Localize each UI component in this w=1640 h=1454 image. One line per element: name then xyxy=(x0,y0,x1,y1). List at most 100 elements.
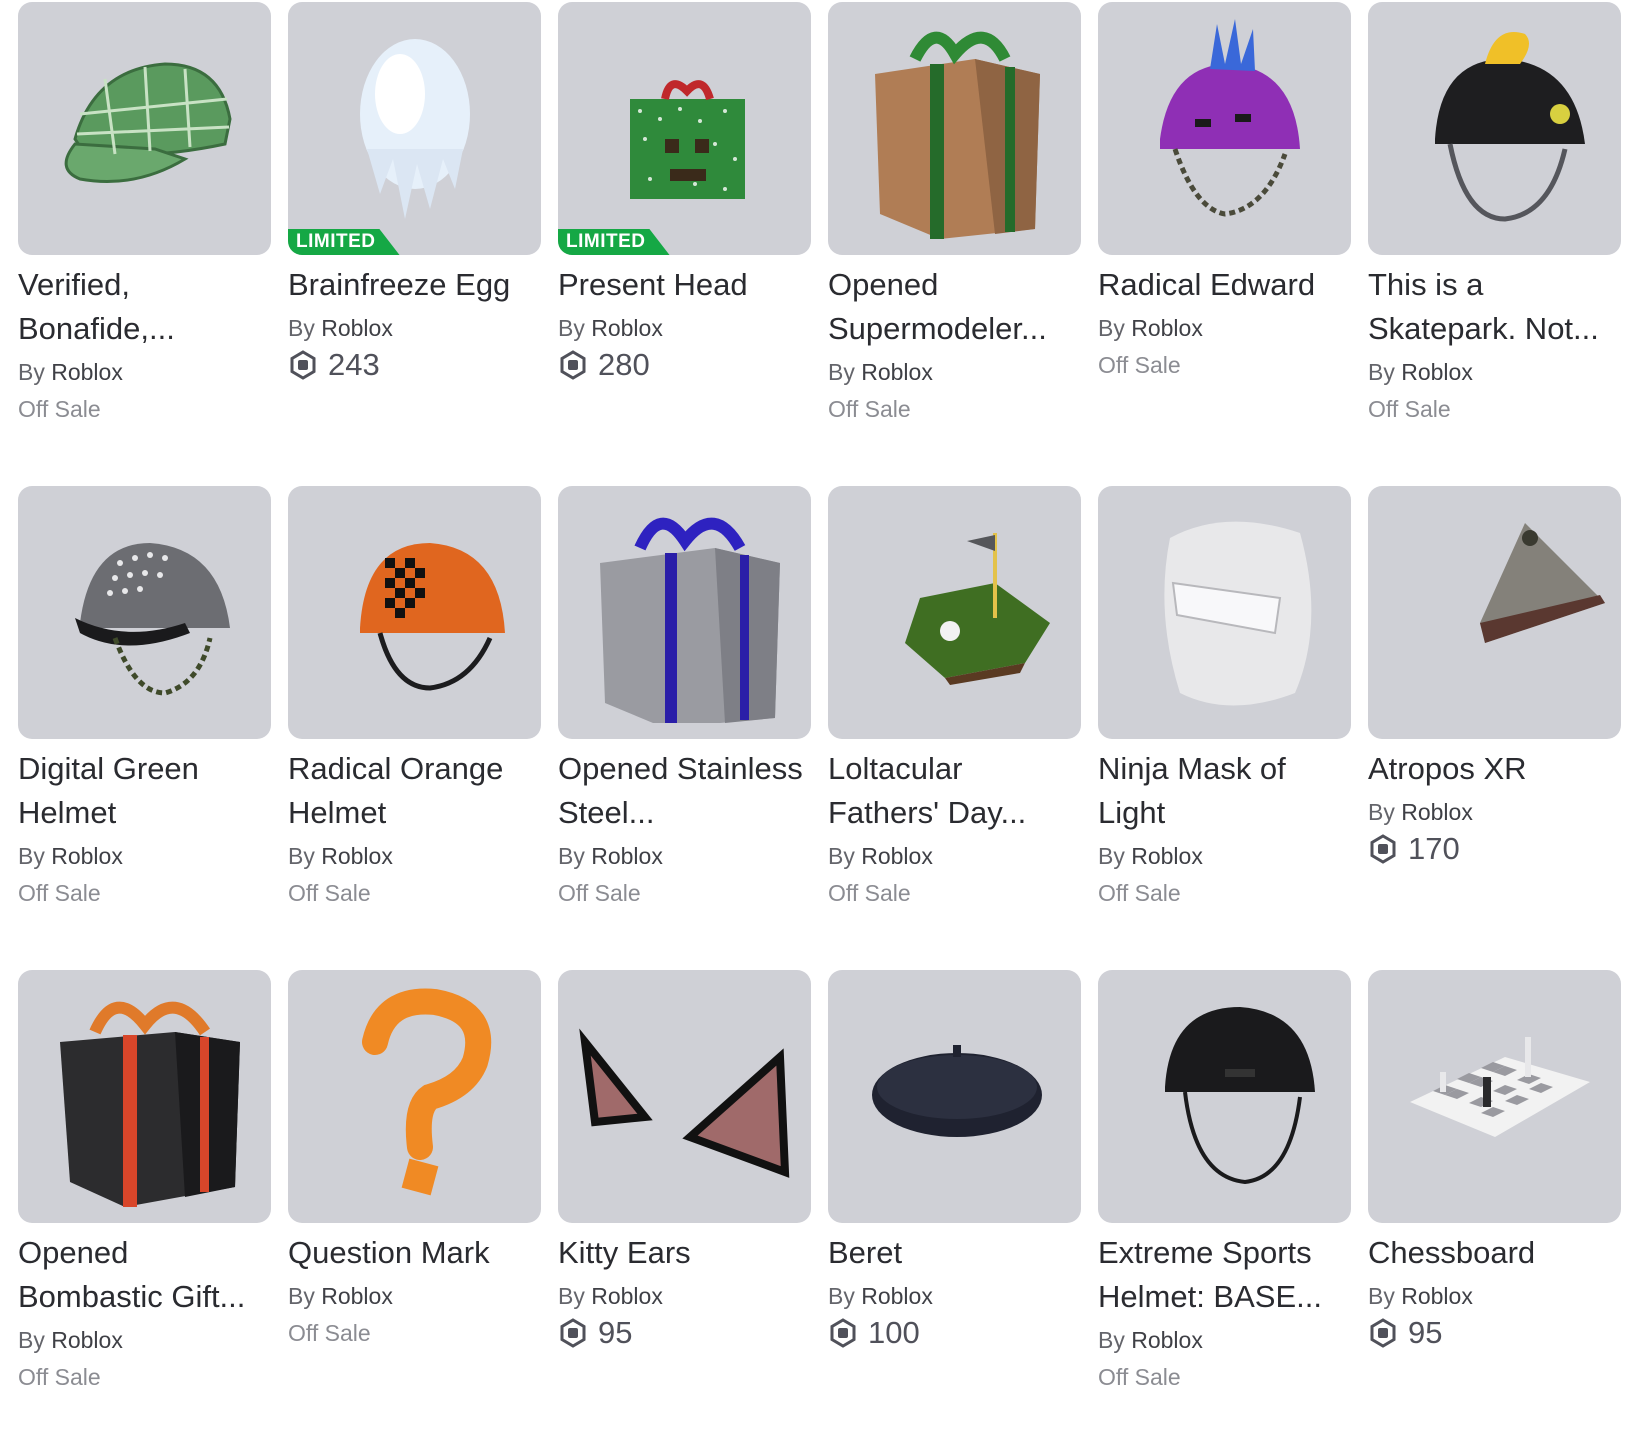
item-thumbnail[interactable] xyxy=(558,970,811,1223)
item-name[interactable]: Chessboard xyxy=(1368,1231,1621,1275)
catalog-item-card[interactable]: Chessboard By Roblox 95 xyxy=(1368,970,1621,1454)
catalog-item-card[interactable]: Verified, Bonafide,... By Roblox Off Sal… xyxy=(18,2,271,486)
item-thumbnail[interactable]: LIMITED xyxy=(288,2,541,255)
item-name[interactable]: Opened Supermodeler... xyxy=(828,263,1081,351)
studded-gray-helmet-icon xyxy=(74,542,230,696)
creator-link[interactable]: Roblox xyxy=(51,1327,123,1353)
item-thumbnail[interactable] xyxy=(288,970,541,1223)
purple-spiked-helmet-icon xyxy=(1159,18,1300,217)
catalog-item-card[interactable]: Opened Stainless Steel... By Roblox Off … xyxy=(558,486,811,970)
catalog-item-card[interactable]: LIMITED Present Head By Roblox 280 xyxy=(558,2,811,486)
price-value: 280 xyxy=(598,347,650,382)
catalog-item-card[interactable]: LIMITED Brainfreeze Egg By Roblox 243 xyxy=(288,2,541,486)
item-thumbnail[interactable]: LIMITED xyxy=(558,2,811,255)
item-thumbnail[interactable] xyxy=(1368,486,1621,739)
item-name[interactable]: Brainfreeze Egg xyxy=(288,263,541,307)
black-gift-box-icon xyxy=(59,1001,240,1207)
item-name[interactable]: Atropos XR xyxy=(1368,747,1621,791)
creator-link[interactable]: Roblox xyxy=(591,843,663,869)
item-status: Off Sale xyxy=(828,396,911,422)
robux-icon xyxy=(830,1318,856,1348)
creator-link[interactable]: Roblox xyxy=(591,1283,663,1309)
present-head-icon xyxy=(629,79,745,199)
price-value: 243 xyxy=(328,347,380,382)
creator-link[interactable]: Roblox xyxy=(861,1283,933,1309)
catalog-item-card[interactable]: Radical Edward By Roblox Off Sale xyxy=(1098,2,1351,486)
price-value: 95 xyxy=(1408,1315,1443,1350)
robux-icon xyxy=(560,350,586,380)
item-name[interactable]: Radical Orange Helmet xyxy=(288,747,541,835)
item-creator: By Roblox xyxy=(558,1283,663,1309)
item-name[interactable]: Extreme Sports Helmet: BASE... xyxy=(1098,1231,1351,1319)
catalog-item-card[interactable]: Ninja Mask of Light By Roblox Off Sale xyxy=(1098,486,1351,970)
catalog-item-card[interactable]: Opened Supermodeler... By Roblox Off Sal… xyxy=(828,2,1081,486)
catalog-item-card[interactable]: Atropos XR By Roblox 170 xyxy=(1368,486,1621,970)
creator-link[interactable]: Roblox xyxy=(1131,315,1203,341)
item-name[interactable]: Ninja Mask of Light xyxy=(1098,747,1351,835)
item-thumbnail[interactable] xyxy=(828,2,1081,255)
creator-link[interactable]: Roblox xyxy=(1401,1283,1473,1309)
item-thumbnail[interactable] xyxy=(1368,2,1621,255)
item-status: Off Sale xyxy=(18,880,101,906)
item-name[interactable]: Radical Edward xyxy=(1098,263,1351,307)
item-thumbnail[interactable] xyxy=(288,486,541,739)
item-creator: By Roblox xyxy=(18,359,123,385)
creator-link[interactable]: Roblox xyxy=(1131,1327,1203,1353)
creator-link[interactable]: Roblox xyxy=(1401,359,1473,385)
creator-link[interactable]: Roblox xyxy=(321,315,393,341)
item-thumbnail[interactable] xyxy=(1368,970,1621,1223)
creator-link[interactable]: Roblox xyxy=(321,843,393,869)
catalog-item-card[interactable]: Loltacular Fathers' Day... By Roblox Off… xyxy=(828,486,1081,970)
catalog-item-card[interactable]: Extreme Sports Helmet: BASE... By Roblox… xyxy=(1098,970,1351,1454)
item-status: Off Sale xyxy=(1098,352,1181,378)
item-creator: By Roblox xyxy=(288,1283,393,1309)
item-creator: By Roblox xyxy=(1368,359,1473,385)
item-status: Off Sale xyxy=(18,1364,101,1390)
item-status: Off Sale xyxy=(18,396,101,422)
creator-link[interactable]: Roblox xyxy=(51,843,123,869)
item-creator: By Roblox xyxy=(288,843,393,869)
item-thumbnail[interactable] xyxy=(828,486,1081,739)
catalog-item-card[interactable]: Question Mark By Roblox Off Sale xyxy=(288,970,541,1454)
item-thumbnail[interactable] xyxy=(1098,970,1351,1223)
item-creator: By Roblox xyxy=(18,1327,123,1353)
item-thumbnail[interactable] xyxy=(558,486,811,739)
creator-link[interactable]: Roblox xyxy=(321,1283,393,1309)
item-thumbnail[interactable] xyxy=(1098,2,1351,255)
black-mohawk-helmet-icon xyxy=(1434,31,1585,222)
creator-link[interactable]: Roblox xyxy=(861,843,933,869)
catalog-item-card[interactable]: Digital Green Helmet By Roblox Off Sale xyxy=(18,486,271,970)
item-name[interactable]: Kitty Ears xyxy=(558,1231,811,1275)
creator-link[interactable]: Roblox xyxy=(1401,799,1473,825)
creator-link[interactable]: Roblox xyxy=(861,359,933,385)
item-name[interactable]: This is a Skatepark. Not... xyxy=(1368,263,1621,351)
creator-link[interactable]: Roblox xyxy=(51,359,123,385)
item-thumbnail[interactable] xyxy=(1098,486,1351,739)
catalog-item-card[interactable]: Kitty Ears By Roblox 95 xyxy=(558,970,811,1454)
item-creator: By Roblox xyxy=(1098,843,1203,869)
item-name[interactable]: Digital Green Helmet xyxy=(18,747,271,835)
catalog-item-card[interactable]: Opened Bombastic Gift... By Roblox Off S… xyxy=(18,970,271,1454)
item-creator: By Roblox xyxy=(18,843,123,869)
creator-link[interactable]: Roblox xyxy=(591,315,663,341)
item-name[interactable]: Opened Bombastic Gift... xyxy=(18,1231,271,1319)
item-creator: By Roblox xyxy=(1098,1327,1203,1353)
creator-link[interactable]: Roblox xyxy=(1131,843,1203,869)
item-name[interactable]: Present Head xyxy=(558,263,811,307)
item-name[interactable]: Loltacular Fathers' Day... xyxy=(828,747,1081,835)
catalog-item-card[interactable]: Beret By Roblox 100 xyxy=(828,970,1081,1454)
item-price: 95 xyxy=(1368,1315,1621,1351)
item-thumbnail[interactable] xyxy=(18,970,271,1223)
item-name[interactable]: Beret xyxy=(828,1231,1081,1275)
catalog-item-card[interactable]: This is a Skatepark. Not... By Roblox Of… xyxy=(1368,2,1621,486)
item-thumbnail[interactable] xyxy=(18,2,271,255)
item-thumbnail[interactable] xyxy=(18,486,271,739)
item-name[interactable]: Opened Stainless Steel... xyxy=(558,747,811,835)
golf-green-icon xyxy=(904,532,1050,685)
item-name[interactable]: Verified, Bonafide,... xyxy=(18,263,271,351)
item-name[interactable]: Question Mark xyxy=(288,1231,541,1275)
item-status: Off Sale xyxy=(1098,880,1181,906)
orange-checkered-helmet-icon xyxy=(359,542,505,691)
catalog-item-card[interactable]: Radical Orange Helmet By Roblox Off Sale xyxy=(288,486,541,970)
item-thumbnail[interactable] xyxy=(828,970,1081,1223)
